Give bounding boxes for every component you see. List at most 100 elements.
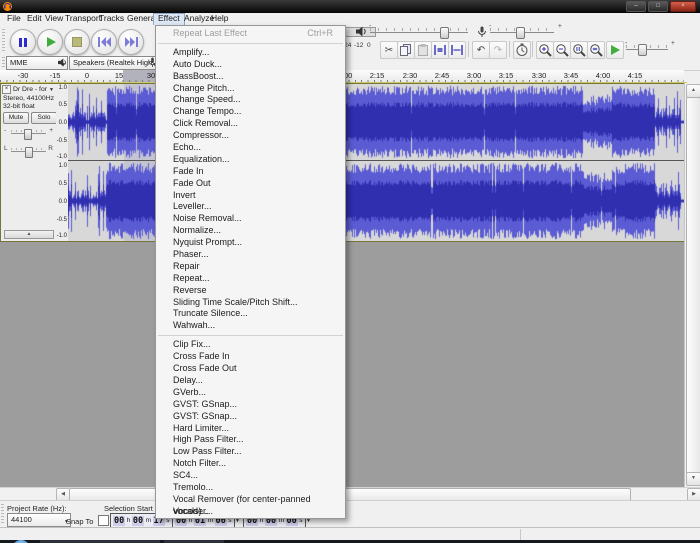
effect-menu-item-normalize[interactable]: Normalize... <box>156 225 345 237</box>
vertical-scroll-thumb[interactable] <box>686 97 700 475</box>
stop-button[interactable] <box>64 29 90 55</box>
effect-menu-item-echo[interactable]: Echo... <box>156 142 345 154</box>
effect-menu-item-truncate-silence[interactable]: Truncate Silence... <box>156 308 345 320</box>
cut-button[interactable]: ✂ <box>380 41 398 59</box>
effect-menu-item-bassboost[interactable]: BassBoost... <box>156 71 345 83</box>
minimize-button[interactable]: – <box>626 1 646 12</box>
track-menu-arrow-icon[interactable]: ▼ <box>49 87 54 93</box>
amplitude-scale-label: 0.5 <box>59 102 67 108</box>
scroll-up-button[interactable]: ▲ <box>686 84 700 98</box>
time-digits[interactable]: 00 <box>132 516 144 526</box>
effect-menu-item-repeat[interactable]: Repeat... <box>156 273 345 285</box>
effect-menu-item-change-tempo[interactable]: Change Tempo... <box>156 106 345 118</box>
time-digits[interactable]: 00 <box>113 516 125 526</box>
effect-menu-item-amplify[interactable]: Amplify... <box>156 47 345 59</box>
effect-menu-item-nyquist-prompt[interactable]: Nyquist Prompt... <box>156 237 345 249</box>
play-button[interactable] <box>37 29 63 55</box>
zoom-out-button[interactable] <box>553 41 571 59</box>
fit-project-button[interactable] <box>587 41 605 59</box>
playback-speed-slider[interactable]: - + <box>626 43 668 55</box>
effect-menu-item-sliding-time-scale-pitch-shift[interactable]: Sliding Time Scale/Pitch Shift... <box>156 297 345 309</box>
effect-menu-item-equalization[interactable]: Equalization... <box>156 154 345 166</box>
effect-menu-item-cross-fade-out[interactable]: Cross Fade Out <box>156 363 345 375</box>
menu-separator <box>158 335 343 336</box>
toolbar-grip[interactable] <box>2 29 5 53</box>
timeline-tick-label: 4:15 <box>620 71 650 80</box>
close-button[interactable]: × <box>670 1 696 12</box>
fit-selection-button[interactable] <box>570 41 588 59</box>
scroll-down-button[interactable]: ▼ <box>686 472 700 486</box>
effect-menu-item-click-removal[interactable]: Click Removal... <box>156 118 345 130</box>
effect-menu-item-leveller[interactable]: Leveller... <box>156 201 345 213</box>
timeline-tick-label: 3:15 <box>491 71 521 80</box>
effect-menu-item-auto-duck[interactable]: Auto Duck... <box>156 59 345 71</box>
project-rate-combo[interactable]: 44100 ▼ <box>7 513 71 527</box>
play-at-speed-button[interactable] <box>606 41 624 59</box>
effect-menu-item-gvst-gsnap[interactable]: GVST: GSnap... <box>156 411 345 423</box>
input-volume-slider[interactable]: - + <box>490 26 554 38</box>
effect-menu-item-phaser[interactable]: Phaser... <box>156 249 345 261</box>
effect-menu-item-fade-in[interactable]: Fade In <box>156 166 345 178</box>
toolbar-grip[interactable] <box>1 504 4 524</box>
toolbar-grip[interactable] <box>2 57 5 69</box>
volume-slider-thumb[interactable] <box>440 27 449 39</box>
effect-menu-item-low-pass-filter[interactable]: Low Pass Filter... <box>156 446 345 458</box>
track-name[interactable]: Dr Dre - for <box>13 86 49 93</box>
trim-audio-button[interactable] <box>431 41 449 59</box>
effect-menu-item-gverb[interactable]: GVerb... <box>156 387 345 399</box>
snap-to-checkbox[interactable] <box>98 515 109 526</box>
silence-icon <box>450 43 464 57</box>
effect-menu-item-delay[interactable]: Delay... <box>156 375 345 387</box>
zoom-in-button[interactable] <box>536 41 554 59</box>
pan-slider[interactable]: L R <box>4 145 53 157</box>
effect-menu-item-change-speed[interactable]: Change Speed... <box>156 94 345 106</box>
effect-menu-item-fade-out[interactable]: Fade Out <box>156 178 345 190</box>
speed-slider-thumb[interactable] <box>638 44 647 56</box>
effect-menu-item-gvst-gsnap[interactable]: GVST: GSnap... <box>156 399 345 411</box>
input-slider-thumb[interactable] <box>516 27 525 39</box>
effect-menu-item-vocal-remover-for-center-panned-vocals[interactable]: Vocal Remover (for center-panned vocals)… <box>156 494 345 506</box>
silence-audio-button[interactable] <box>448 41 466 59</box>
effect-menu-item-tremolo[interactable]: Tremolo... <box>156 482 345 494</box>
skip-to-end-button[interactable] <box>118 29 144 55</box>
collapse-track-button[interactable]: ▲ <box>4 230 54 239</box>
gain-slider[interactable]: - + <box>4 127 53 139</box>
effect-menu-item-cross-fade-in[interactable]: Cross Fade In <box>156 351 345 363</box>
menu-help[interactable]: Help <box>207 13 232 24</box>
pause-button[interactable] <box>10 29 36 55</box>
effect-menu-item-notch-filter[interactable]: Notch Filter... <box>156 458 345 470</box>
undo-button[interactable]: ↶ <box>472 41 490 59</box>
gain-slider-thumb[interactable] <box>24 129 32 140</box>
sync-lock-button[interactable] <box>513 41 531 59</box>
effect-menu-item-invert[interactable]: Invert <box>156 190 345 202</box>
skip-to-start-button[interactable] <box>91 29 117 55</box>
effect-menu-item-reverse[interactable]: Reverse <box>156 285 345 297</box>
horizontal-scrollbar[interactable]: ◀ ▶ <box>0 487 700 501</box>
solo-button[interactable]: Solo <box>31 112 57 124</box>
mute-button[interactable]: Mute <box>3 112 29 124</box>
vertical-scrollbar[interactable]: ▲ ▼ <box>684 83 700 487</box>
effect-menu-item-clip-fix[interactable]: Clip Fix... <box>156 339 345 351</box>
effect-menu-item-repeat-last-effect[interactable]: Repeat Last EffectCtrl+R <box>156 28 345 40</box>
timeline-tick-label: 4:00 <box>588 71 618 80</box>
effect-menu-item-sc4[interactable]: SC4... <box>156 470 345 482</box>
paste-button[interactable] <box>414 41 432 59</box>
effect-menu-item-hard-limiter[interactable]: Hard Limiter... <box>156 423 345 435</box>
menu-item-label: Echo... <box>173 142 201 154</box>
effect-menu-item-compressor[interactable]: Compressor... <box>156 130 345 142</box>
copy-button[interactable] <box>397 41 415 59</box>
time-unit: m <box>146 517 151 524</box>
menu-file[interactable]: File <box>3 13 25 24</box>
output-volume-slider[interactable]: - <box>370 26 468 38</box>
effect-menu-item-repair[interactable]: Repair <box>156 261 345 273</box>
output-device-combo[interactable]: Speakers (Realtek High ▼ <box>69 56 159 70</box>
effect-menu-item-change-pitch[interactable]: Change Pitch... <box>156 83 345 95</box>
effect-menu-item-noise-removal[interactable]: Noise Removal... <box>156 213 345 225</box>
maximize-button[interactable]: □ <box>648 1 668 12</box>
pan-slider-thumb[interactable] <box>25 147 33 158</box>
track-close-icon[interactable]: × <box>2 85 11 94</box>
effect-menu-item-wahwah[interactable]: Wahwah... <box>156 320 345 332</box>
effect-menu-item-high-pass-filter[interactable]: High Pass Filter... <box>156 434 345 446</box>
redo-button[interactable]: ↷ <box>489 41 507 59</box>
effect-menu-item-vocoder[interactable]: Vocoder... <box>156 506 345 518</box>
